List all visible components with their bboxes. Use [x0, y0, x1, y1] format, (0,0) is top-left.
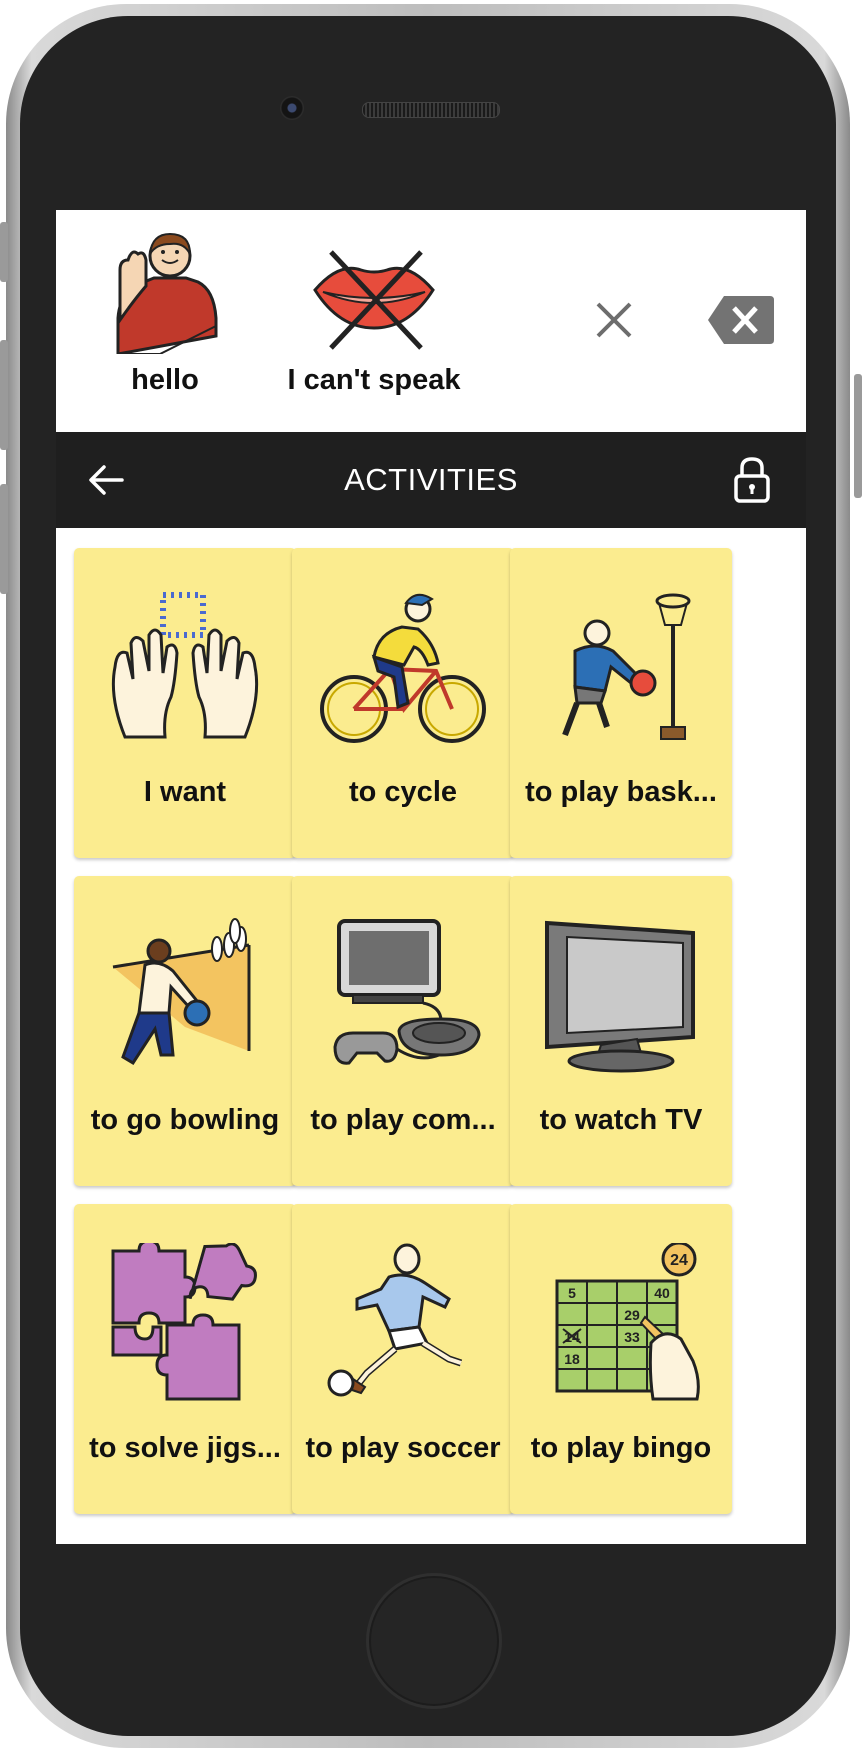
tile-label: to play soccer: [305, 1432, 501, 1464]
crossed-lips-icon: [313, 250, 435, 350]
output-item-label: I can't speak: [287, 364, 461, 396]
output-item-cant-speak[interactable]: I can't speak: [254, 224, 494, 397]
tile-to-watch-tv[interactable]: to watch TV: [510, 876, 732, 1186]
tile-label: to solve jigs...: [89, 1432, 281, 1464]
clear-button[interactable]: [582, 288, 646, 352]
close-icon: [596, 302, 632, 338]
volume-up-button: [0, 340, 8, 450]
lock-button[interactable]: [732, 456, 772, 504]
bingo-cell: 40: [654, 1285, 670, 1301]
lock-icon: [734, 457, 770, 503]
mute-switch: [0, 222, 8, 282]
tile-to-play-bingo[interactable]: 24 5 40 29 14 33 18: [510, 1204, 732, 1514]
video-game-console-icon: [333, 919, 481, 1065]
tile-to-play-soccer[interactable]: to play soccer: [292, 1204, 514, 1514]
bingo-cell: 29: [624, 1307, 640, 1323]
soccer-player-icon: [327, 1243, 463, 1397]
tile-to-cycle[interactable]: to cycle: [292, 548, 514, 858]
tile-to-solve-jigsaw[interactable]: to solve jigs...: [74, 1204, 296, 1514]
symbol-grid: I want to cycle to play bask... to go bo…: [56, 528, 806, 1544]
tile-label: to watch TV: [539, 1104, 703, 1136]
bingo-cell: 33: [624, 1329, 640, 1345]
page-title: ACTIVITIES: [344, 462, 518, 497]
output-item-hello[interactable]: hello: [90, 224, 240, 397]
bingo-card-icon: 24 5 40 29 14 33 18: [555, 1243, 700, 1401]
earpiece-speaker: [362, 102, 500, 118]
hands-grab-icon: [111, 592, 259, 739]
bowler-icon: [112, 918, 251, 1066]
backspace-button[interactable]: [706, 294, 776, 346]
basketball-player-icon: [562, 593, 691, 740]
backspace-icon: [708, 296, 774, 344]
volume-down-button: [0, 484, 8, 594]
front-camera: [280, 96, 304, 120]
waving-person-icon: [116, 232, 218, 354]
tile-label: to go bowling: [90, 1104, 280, 1136]
tile-label: to play bingo: [530, 1432, 712, 1464]
app-screen: hello I can't speak ACTIVITIES I want to…: [56, 210, 806, 1544]
output-bar: hello I can't speak: [56, 210, 806, 432]
bingo-cell: 5: [568, 1285, 576, 1301]
jigsaw-puzzle-icon: [111, 1243, 257, 1401]
tile-to-play-computer[interactable]: to play com...: [292, 876, 514, 1186]
tile-label: I want: [143, 776, 227, 808]
television-icon: [545, 920, 695, 1073]
tile-to-play-basketball[interactable]: to play bask...: [510, 548, 732, 858]
output-item-label: hello: [131, 364, 199, 396]
bingo-ball-number: 24: [670, 1252, 688, 1269]
tile-i-want[interactable]: I want: [74, 548, 296, 858]
navigation-bar: ACTIVITIES: [56, 432, 806, 528]
tile-label: to play com...: [310, 1104, 496, 1136]
cyclist-icon: [320, 593, 486, 743]
power-button: [854, 374, 862, 498]
tile-label: to play bask...: [525, 776, 717, 808]
bingo-cell: 18: [564, 1351, 580, 1367]
home-button[interactable]: [366, 1573, 502, 1709]
tile-to-go-bowling[interactable]: to go bowling: [74, 876, 296, 1186]
tile-label: to cycle: [349, 776, 457, 808]
